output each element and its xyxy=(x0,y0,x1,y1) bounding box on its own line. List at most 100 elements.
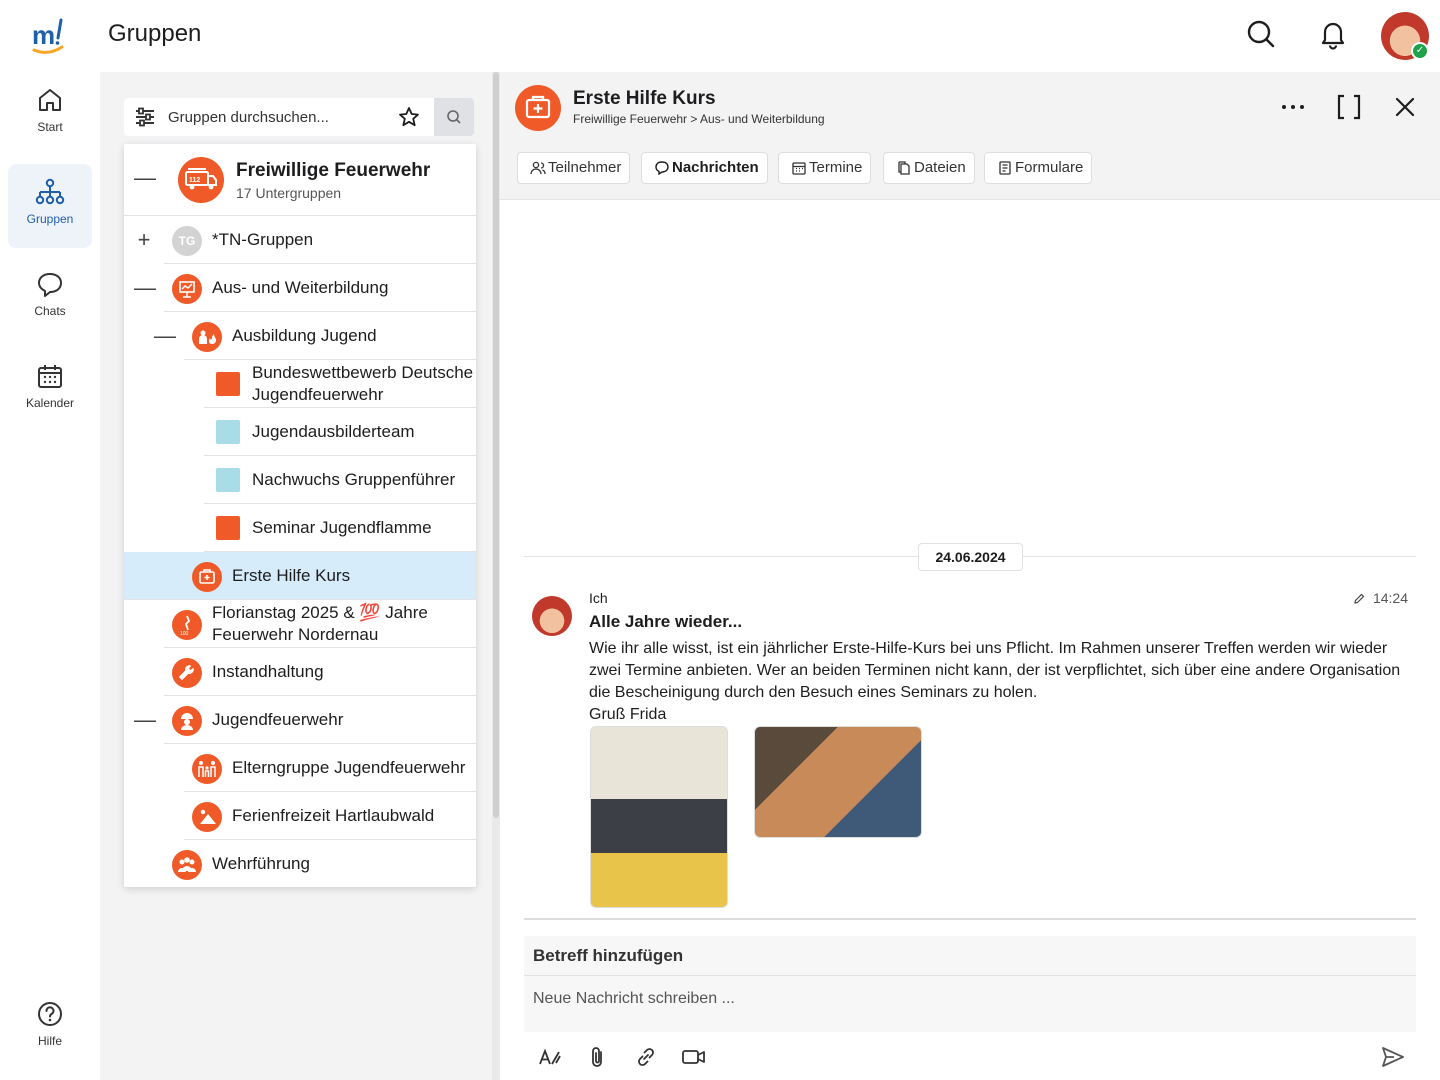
more-options-icon[interactable] xyxy=(1278,92,1308,122)
group-item[interactable]: — Aus- und Weiterbildung xyxy=(134,264,476,312)
nav-label-start: Start xyxy=(37,120,63,134)
online-status-icon: ✓ xyxy=(1411,42,1429,60)
family-icon xyxy=(192,754,222,784)
nav-label-gruppen: Gruppen xyxy=(26,212,74,226)
group-item-label: *TN-Gruppen xyxy=(212,230,314,249)
group-item[interactable]: Ferienfreizeit Hartlaubwald xyxy=(184,792,476,840)
panel-splitter[interactable] xyxy=(492,72,500,1080)
top-bar: m Gruppen ✓ xyxy=(0,0,1440,72)
group-item[interactable]: Elterngruppe Jugendfeuerwehr xyxy=(184,744,476,792)
user-avatar[interactable]: ✓ xyxy=(1381,12,1429,60)
users-icon xyxy=(530,161,546,175)
group-color-square xyxy=(216,516,240,540)
group-root-name: Freiwillige Feuerwehr xyxy=(236,160,431,181)
app-logo[interactable]: m xyxy=(28,14,72,58)
wrench-icon xyxy=(172,658,202,688)
group-item-label: Instandhaltung xyxy=(212,662,324,681)
collapse-icon[interactable]: — xyxy=(134,709,156,731)
message-author: Ich xyxy=(589,590,608,606)
group-item[interactable]: Instandhaltung xyxy=(164,648,476,696)
star-icon[interactable] xyxy=(398,106,420,128)
search-icon xyxy=(447,110,461,124)
group-item[interactable]: Jugendausbilderteam xyxy=(204,408,476,456)
group-item[interactable]: Bundeswettbewerb Deutsche Jugendfeuerweh… xyxy=(204,360,476,408)
group-search xyxy=(124,98,474,136)
nav-label-kalender: Kalender xyxy=(25,396,75,410)
tab-termine[interactable]: Termine xyxy=(778,152,872,184)
tab-label: Nachrichten xyxy=(672,159,759,176)
tab-nachrichten[interactable]: Nachrichten xyxy=(641,152,768,184)
group-item-label: Nachwuchs Gruppenführer xyxy=(252,470,456,489)
group-item[interactable]: Nachwuchs Gruppenführer xyxy=(204,456,476,504)
left-navigation: Start Gruppen Chats Kalender Hilfe xyxy=(0,72,100,1080)
group-item-label: Wehrführung xyxy=(212,854,310,873)
scrollbar-thumb[interactable] xyxy=(493,72,499,818)
send-icon[interactable] xyxy=(1380,1044,1406,1070)
group-item-selected[interactable]: Erste Hilfe Kurs xyxy=(124,552,476,600)
video-icon[interactable] xyxy=(681,1044,707,1070)
nav-item-start[interactable]: Start xyxy=(8,72,92,156)
collapse-icon[interactable]: — xyxy=(134,167,156,189)
detail-tabs: Teilnehmer Nachrichten Termine Dateien F… xyxy=(500,144,1440,200)
tab-label: Termine xyxy=(809,159,863,176)
anniversary-icon: 100 xyxy=(172,610,202,640)
tab-label: Dateien xyxy=(914,159,966,176)
group-color-square xyxy=(216,468,240,492)
filter-icon[interactable] xyxy=(134,107,156,127)
leadership-icon xyxy=(172,850,202,880)
tab-label: Formulare xyxy=(1015,159,1084,176)
group-item-label: Erste Hilfe Kurs xyxy=(232,566,351,585)
nav-item-chats[interactable]: Chats xyxy=(8,256,92,340)
breadcrumb[interactable]: Freiwillige Feuerwehr > Aus- und Weiterb… xyxy=(573,112,825,126)
text-format-icon[interactable] xyxy=(537,1044,563,1070)
group-item[interactable]: Wehrführung xyxy=(164,840,476,887)
tab-dateien[interactable]: Dateien xyxy=(883,152,975,184)
group-tree: — 112 Freiwillige Feuerwehr 17 Untergrup… xyxy=(124,144,476,887)
collapse-icon[interactable]: — xyxy=(134,277,156,299)
message-time: 14:24 xyxy=(1353,590,1408,606)
files-icon xyxy=(898,161,910,175)
message-attachment-image[interactable] xyxy=(590,726,728,908)
collapse-icon[interactable]: — xyxy=(154,325,176,347)
message-input[interactable] xyxy=(524,976,1416,1032)
message-list: 24.06.2024 Ich 14:24 Alle Jahre wieder..… xyxy=(524,200,1416,918)
message-text: Wie ihr alle wisst, ist ein jährlicher E… xyxy=(589,640,1401,701)
close-icon[interactable] xyxy=(1390,92,1420,122)
message-author-avatar[interactable] xyxy=(532,596,572,636)
group-detail-header: Erste Hilfe Kurs Freiwillige Feuerwehr >… xyxy=(500,72,1440,144)
group-item-label: Ausbildung Jugend xyxy=(232,326,377,345)
expand-icon[interactable]: + xyxy=(134,229,154,251)
pencil-icon[interactable] xyxy=(1353,593,1365,605)
group-item-label: Jugendfeuerwehr xyxy=(212,710,344,729)
bell-icon[interactable] xyxy=(1317,18,1349,50)
message-attachment-image[interactable] xyxy=(754,726,922,838)
nav-item-hilfe[interactable]: Hilfe xyxy=(8,986,92,1070)
group-search-input[interactable] xyxy=(168,106,388,128)
group-item[interactable]: — Ausbildung Jugend xyxy=(154,312,476,360)
calendar-icon xyxy=(792,162,806,175)
date-separator: 24.06.2024 xyxy=(918,543,1023,571)
group-color-square xyxy=(216,372,240,396)
group-item-label: Elterngruppe Jugendfeuerwehr xyxy=(232,758,466,777)
tab-formulare[interactable]: Formulare xyxy=(984,152,1093,184)
fullscreen-icon[interactable] xyxy=(1334,92,1364,122)
nav-item-kalender[interactable]: Kalender xyxy=(8,348,92,432)
group-search-button[interactable] xyxy=(434,98,474,136)
link-icon[interactable] xyxy=(633,1044,659,1070)
group-root[interactable]: — 112 Freiwillige Feuerwehr 17 Untergrup… xyxy=(124,144,476,216)
group-color-square xyxy=(216,420,240,444)
message-timestamp: 14:24 xyxy=(1372,590,1408,606)
group-item[interactable]: + TG *TN-Gruppen xyxy=(138,216,476,264)
composer-divider xyxy=(524,918,1416,920)
search-icon[interactable] xyxy=(1245,18,1277,50)
group-item[interactable]: 100 Florianstag 2025 & 💯 Jahre Feuerwehr… xyxy=(164,600,476,648)
nav-item-gruppen[interactable]: Gruppen xyxy=(8,164,92,248)
tab-teilnehmer[interactable]: Teilnehmer xyxy=(517,152,631,184)
subject-input[interactable] xyxy=(524,936,1416,975)
svg-text:112: 112 xyxy=(189,177,200,184)
group-item[interactable]: Seminar Jugendflamme xyxy=(204,504,476,552)
chat-bubble-icon xyxy=(655,161,669,175)
group-item[interactable]: — Jugendfeuerwehr xyxy=(134,696,476,744)
paperclip-icon[interactable] xyxy=(585,1044,611,1070)
group-initials-badge: TG xyxy=(172,226,202,256)
